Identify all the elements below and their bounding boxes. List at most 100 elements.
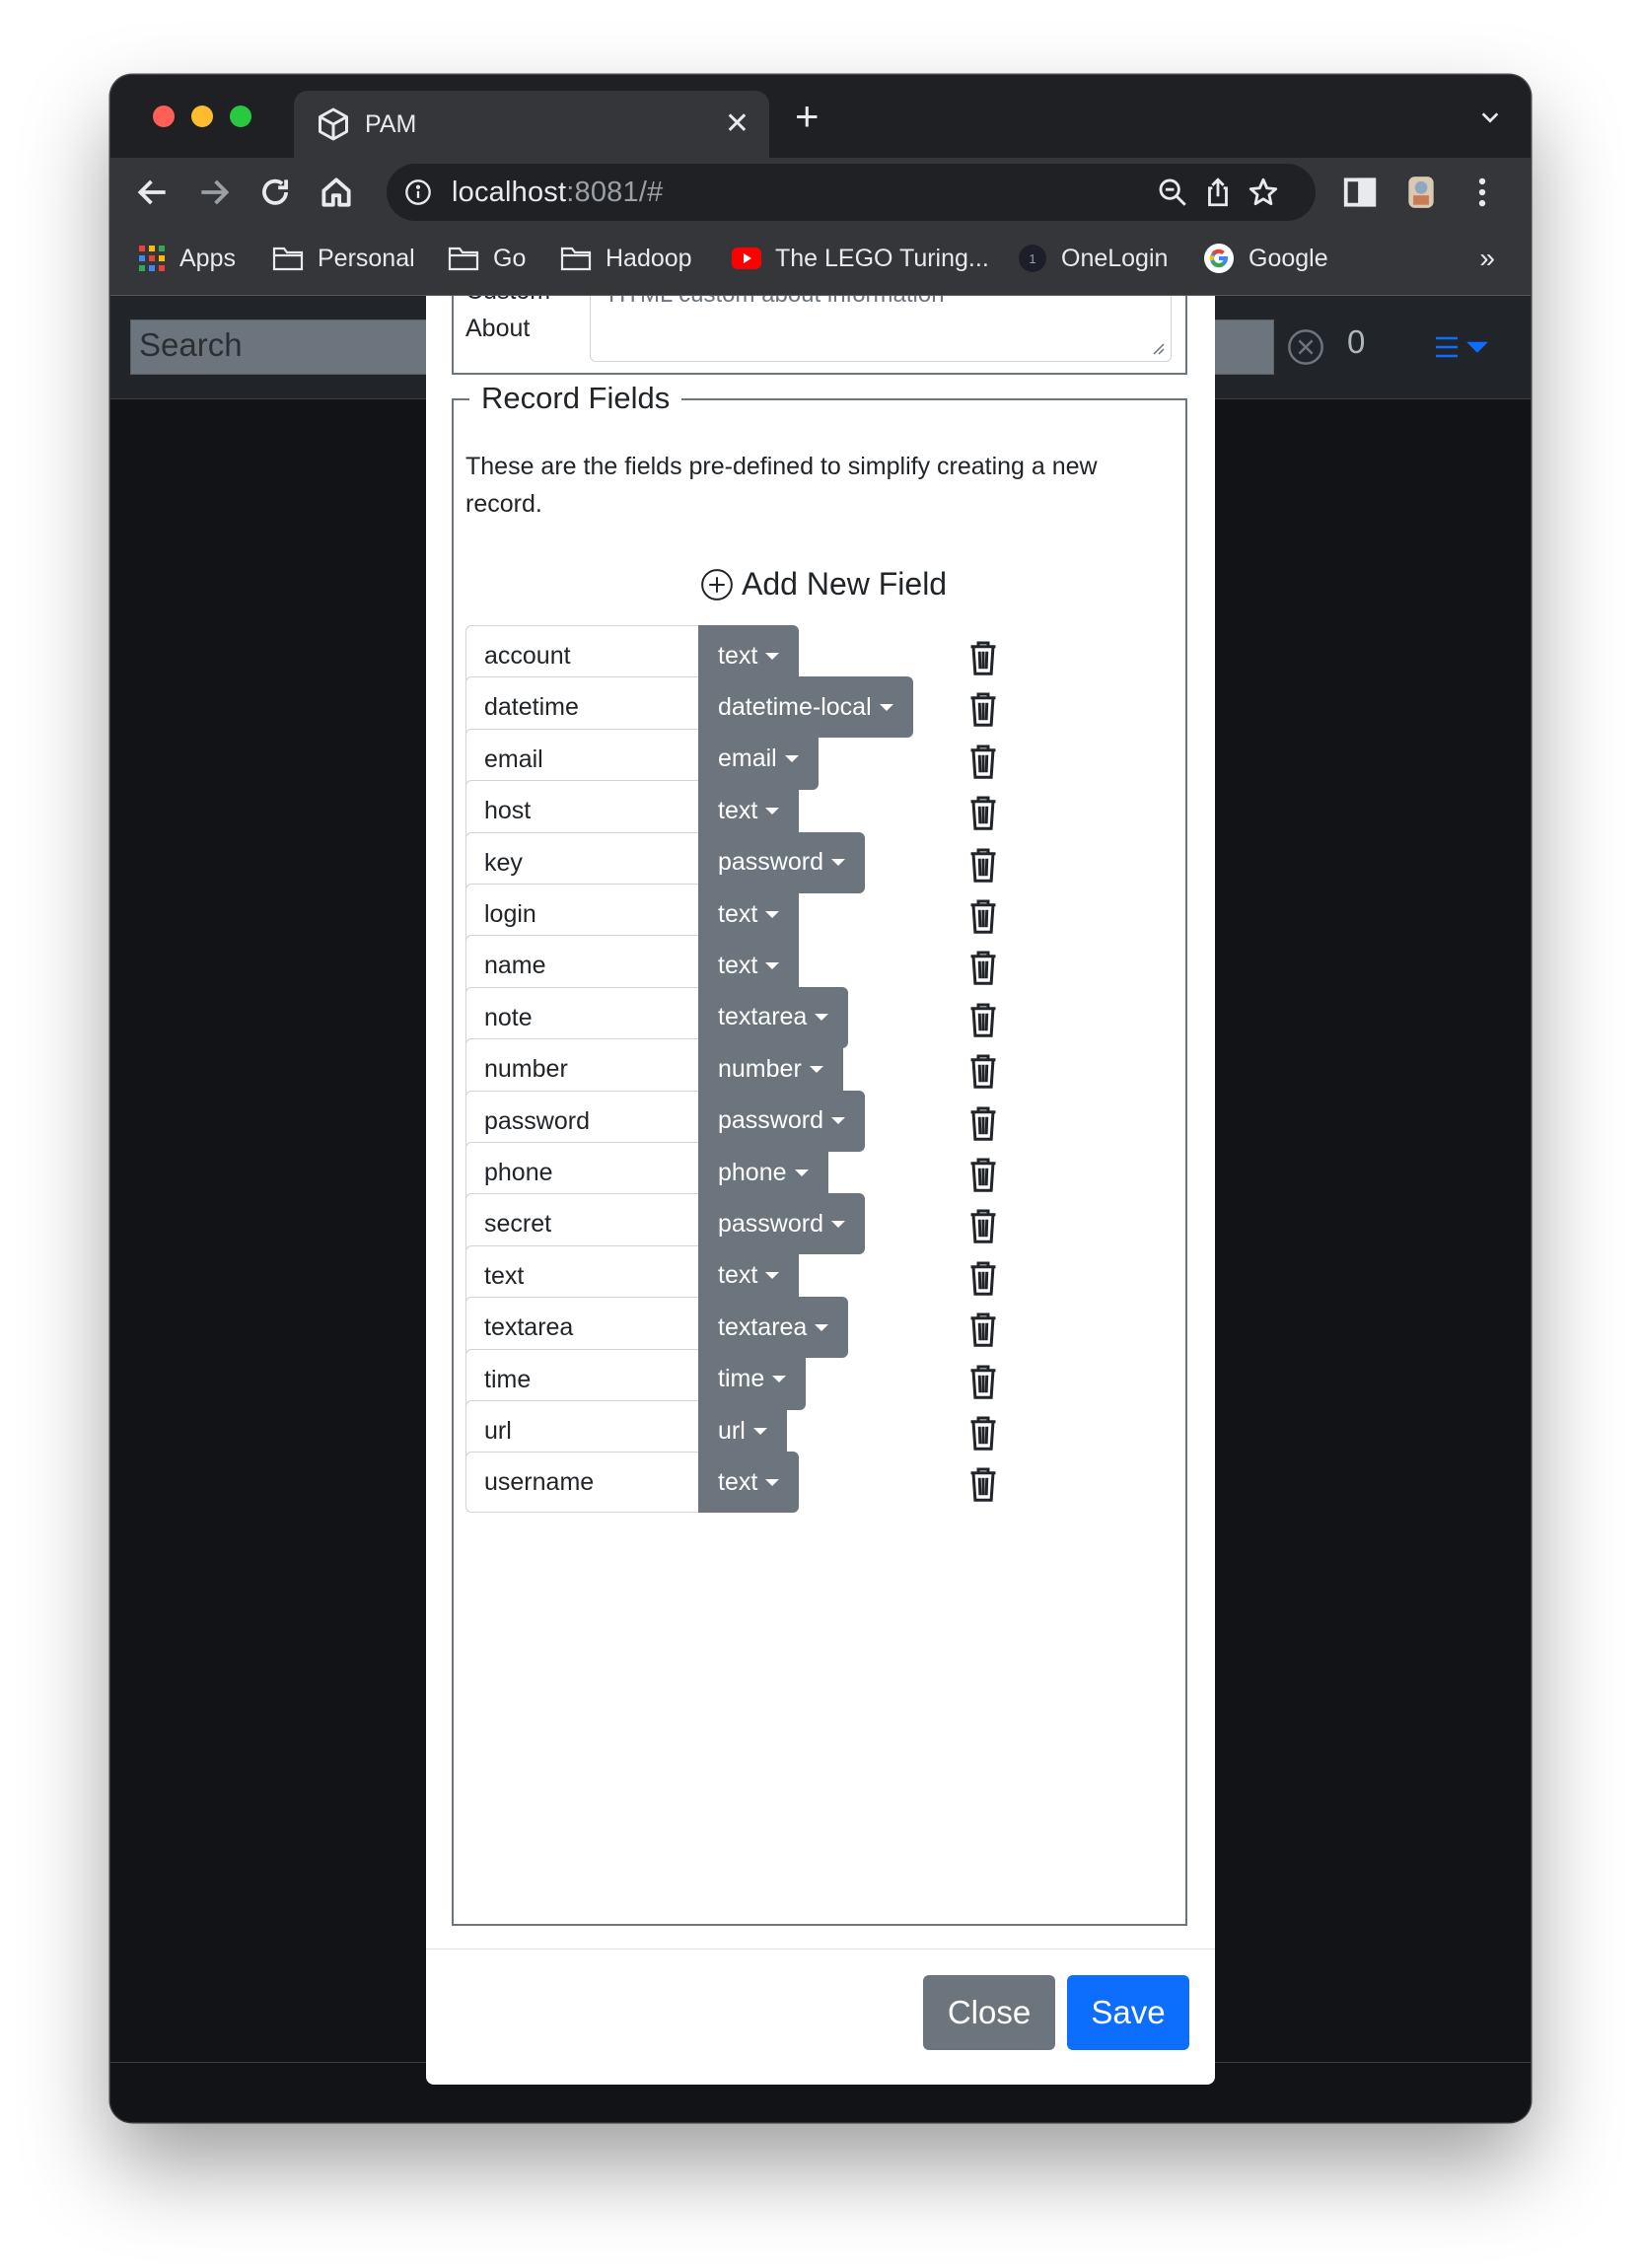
- caret-down-icon: [752, 1427, 767, 1435]
- caret-down-icon: [815, 1323, 829, 1331]
- trash-icon[interactable]: [968, 743, 998, 780]
- trash-icon[interactable]: [968, 949, 998, 986]
- trash-icon[interactable]: [968, 1363, 998, 1400]
- trash-icon[interactable]: [968, 1465, 998, 1503]
- field-row: username text: [465, 1452, 1018, 1514]
- bookmark-google[interactable]: Google: [1203, 239, 1328, 278]
- caret-down-icon: [765, 652, 780, 660]
- bookmark-label: Go: [493, 244, 527, 272]
- bookmark-onelogin[interactable]: 1 OneLogin: [1018, 239, 1168, 278]
- cube-icon: [319, 107, 348, 141]
- maximize-window-button[interactable]: [230, 106, 251, 127]
- forward-icon[interactable]: [195, 174, 233, 211]
- more-bookmarks-button[interactable]: »: [1479, 243, 1495, 274]
- close-window-button[interactable]: [153, 106, 175, 127]
- field-type-dropdown[interactable]: text: [698, 1452, 800, 1514]
- trash-icon[interactable]: [968, 1207, 998, 1244]
- trash-icon[interactable]: [968, 1414, 998, 1452]
- chevron-down-icon[interactable]: [1479, 106, 1501, 128]
- caret-down-icon: [772, 1376, 787, 1383]
- address-bar[interactable]: localhost:8081/#: [387, 164, 1316, 221]
- field-type-label: datetime-local: [718, 692, 872, 721]
- tab-close-icon[interactable]: ✕: [725, 106, 749, 142]
- bookmark-personal[interactable]: Personal: [272, 239, 415, 278]
- field-type-label: url: [718, 1416, 746, 1445]
- back-icon[interactable]: [134, 174, 172, 211]
- trash-icon[interactable]: [968, 1104, 998, 1142]
- close-button[interactable]: Close: [923, 1975, 1055, 2050]
- caret-down-icon: [794, 1169, 809, 1176]
- field-type-label: phone: [718, 1158, 787, 1186]
- field-type-label: text: [718, 796, 758, 824]
- tab-title: PAM: [365, 110, 417, 138]
- menu-dropdown-icon[interactable]: [1432, 333, 1491, 361]
- browser-tab[interactable]: PAM ✕: [294, 91, 769, 158]
- trash-icon[interactable]: [968, 794, 998, 831]
- apps-grid-icon: [139, 246, 165, 271]
- trash-icon[interactable]: [968, 690, 998, 728]
- sidebar-icon[interactable]: [1341, 174, 1379, 211]
- trash-icon[interactable]: [968, 1311, 998, 1348]
- caret-down-icon: [809, 1065, 823, 1073]
- resize-grip-icon[interactable]: [1149, 339, 1165, 355]
- field-type-label: password: [718, 848, 823, 877]
- field-type-label: text: [718, 899, 758, 928]
- tab-strip: PAM ✕ +: [110, 75, 1531, 158]
- kebab-menu-icon[interactable]: [1463, 174, 1501, 211]
- custom-about-label: Custom About: [465, 296, 550, 342]
- minimize-window-button[interactable]: [191, 106, 213, 127]
- bookmark-label: Apps: [179, 244, 236, 272]
- browser-window: PAM ✕ + localhost:8081/# Apps Personal G…: [110, 75, 1531, 2122]
- browser-toolbar: localhost:8081/#: [110, 158, 1531, 227]
- trash-icon[interactable]: [968, 846, 998, 884]
- field-type-label: textarea: [718, 1003, 808, 1031]
- caret-down-icon: [765, 910, 780, 918]
- field-name-input[interactable]: username: [465, 1452, 698, 1514]
- trash-icon[interactable]: [968, 1001, 998, 1038]
- caret-down-icon: [831, 859, 845, 867]
- bookmark-hadoop[interactable]: Hadoop: [560, 239, 692, 278]
- about-textarea[interactable]: HTML custom about information: [590, 296, 1172, 362]
- bookmark-label: OneLogin: [1061, 244, 1169, 272]
- folder-icon: [272, 247, 304, 271]
- home-icon[interactable]: [318, 174, 355, 211]
- url-path: :8081/#: [566, 177, 664, 208]
- reload-icon[interactable]: [256, 174, 294, 211]
- trash-icon[interactable]: [968, 1156, 998, 1193]
- profile-avatar-icon[interactable]: [1402, 174, 1440, 211]
- caret-down-icon: [765, 1478, 780, 1486]
- add-new-field-button[interactable]: Add New Field: [700, 566, 947, 602]
- bookmark-lego-turing[interactable]: The LEGO Turing...: [732, 239, 989, 278]
- caret-down-icon: [879, 703, 893, 711]
- star-icon[interactable]: [1247, 176, 1280, 209]
- new-tab-button[interactable]: +: [795, 95, 820, 138]
- field-type-label: text: [718, 951, 758, 979]
- caret-down-icon: [784, 755, 799, 763]
- modal-footer: Close Save: [426, 1949, 1215, 2085]
- caret-down-icon: [765, 1272, 780, 1280]
- bookmark-apps[interactable]: Apps: [138, 239, 236, 278]
- info-icon[interactable]: [404, 178, 432, 206]
- record-count: 0: [1347, 323, 1366, 360]
- google-icon: [1204, 244, 1234, 273]
- settings-modal: Custom About HTML custom about informati…: [426, 296, 1215, 2085]
- field-type-label: text: [718, 641, 758, 670]
- page-content: Search 0 Custom About HTML custom about …: [110, 296, 1531, 2122]
- clear-search-icon[interactable]: [1286, 327, 1325, 367]
- trash-icon[interactable]: [968, 639, 998, 676]
- bookmark-go[interactable]: Go: [448, 239, 526, 278]
- trash-icon[interactable]: [968, 1052, 998, 1090]
- trash-icon[interactable]: [968, 897, 998, 935]
- zoom-icon[interactable]: [1156, 176, 1189, 209]
- field-type-label: password: [718, 1209, 823, 1238]
- field-type-label: text: [718, 1261, 758, 1290]
- bookmarks-bar: Apps Personal Go Hadoop The LEGO Turing.…: [110, 227, 1531, 296]
- folder-icon: [448, 247, 479, 271]
- field-type-label: email: [718, 744, 777, 773]
- trash-icon[interactable]: [968, 1259, 998, 1297]
- save-button[interactable]: Save: [1067, 1975, 1189, 2050]
- add-new-field-label: Add New Field: [742, 566, 948, 602]
- record-fields-description: These are the fields pre-defined to simp…: [465, 453, 1098, 518]
- about-placeholder: HTML custom about information: [608, 296, 945, 308]
- share-icon[interactable]: [1201, 176, 1235, 209]
